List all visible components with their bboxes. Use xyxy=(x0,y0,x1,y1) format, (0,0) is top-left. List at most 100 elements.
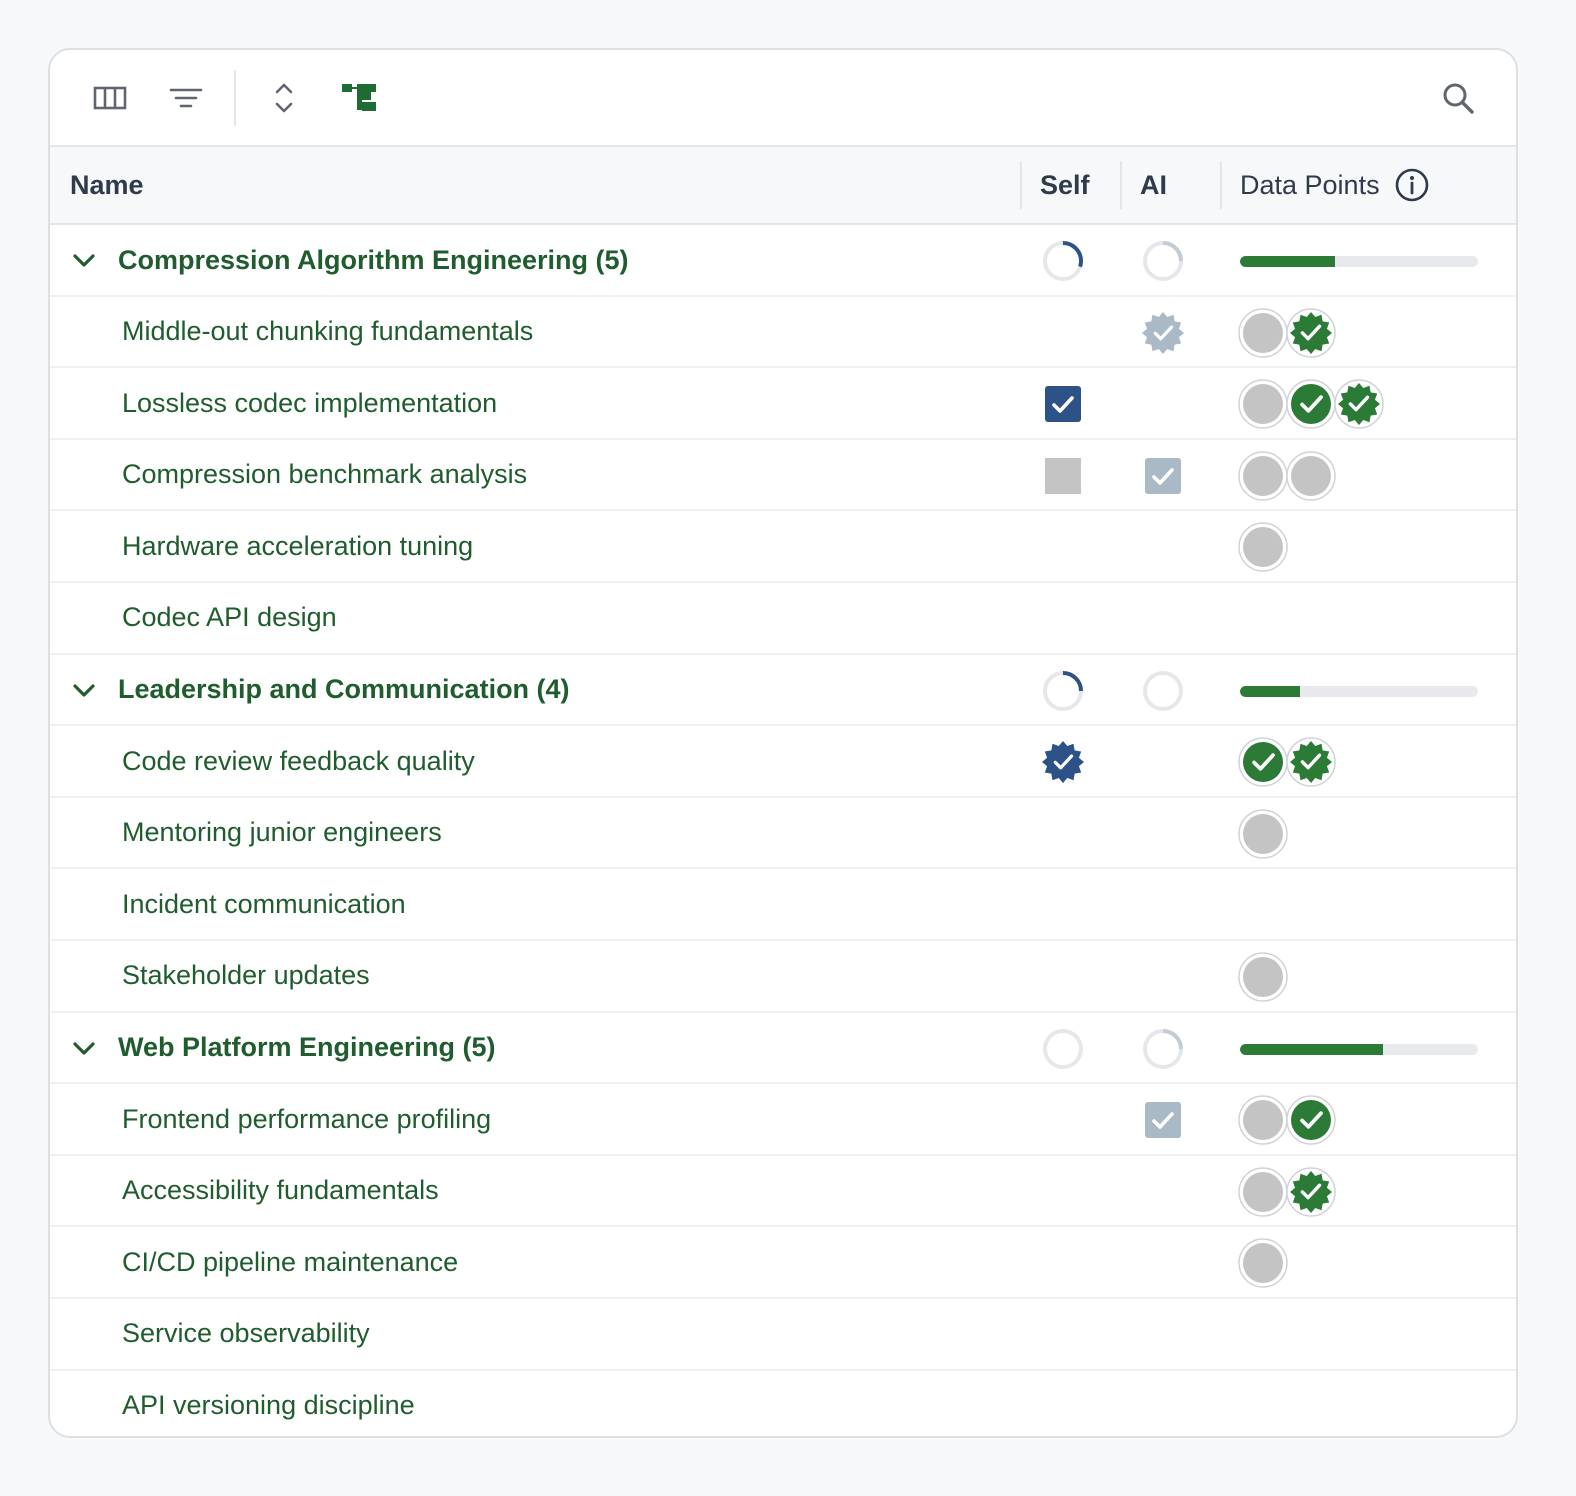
data-point-pending-icon[interactable] xyxy=(1238,1166,1288,1217)
progress-fill xyxy=(1240,685,1300,697)
ai-progress-cell xyxy=(1142,1028,1184,1070)
competency-label[interactable]: Service observability xyxy=(122,1299,370,1369)
self-assessment-cell[interactable] xyxy=(1042,455,1084,497)
columns-icon[interactable] xyxy=(90,78,130,118)
competency-label[interactable]: Frontend performance profiling xyxy=(122,1084,491,1154)
competency-table-card: Name Self AI Data Points Compression Alg… xyxy=(48,48,1518,1438)
self-status-icon xyxy=(1042,741,1084,784)
toolbar-divider xyxy=(234,70,236,126)
competency-row[interactable]: Lossless codec implementation xyxy=(50,368,1516,440)
competency-label[interactable]: Hardware acceleration tuning xyxy=(122,511,473,581)
data-point-pending-icon[interactable] xyxy=(1238,1238,1288,1289)
competency-row[interactable]: API versioning discipline xyxy=(50,1371,1516,1437)
ai-progress-ring xyxy=(1143,241,1183,281)
table-header: Name Self AI Data Points xyxy=(50,147,1516,225)
ai-status-icon xyxy=(1142,311,1184,354)
data-points-label[interactable]: Data Points xyxy=(1240,170,1380,201)
data-points-progress-bar xyxy=(1240,1043,1478,1055)
self-progress-ring xyxy=(1043,1028,1083,1069)
ai-progress-cell xyxy=(1142,240,1184,282)
competency-row[interactable]: Accessibility fundamentals xyxy=(50,1156,1516,1228)
data-point-pending-icon[interactable] xyxy=(1286,451,1336,501)
competency-label[interactable]: Code review feedback quality xyxy=(122,726,475,796)
group-row[interactable]: Leadership and Communication (4) xyxy=(50,655,1516,727)
data-point-verified-icon[interactable] xyxy=(1238,737,1288,787)
competency-row[interactable]: Compression benchmark analysis xyxy=(50,440,1516,512)
expand-collapse-icon[interactable] xyxy=(264,78,304,118)
competency-label[interactable]: Compression benchmark analysis xyxy=(122,440,527,510)
data-point-pending-icon[interactable] xyxy=(1238,522,1288,573)
info-icon[interactable] xyxy=(1394,167,1430,203)
progress-fill xyxy=(1240,256,1336,267)
competency-label[interactable]: CI/CD pipeline maintenance xyxy=(122,1227,458,1297)
competency-label[interactable]: API versioning discipline xyxy=(122,1371,415,1437)
competency-label[interactable]: Stakeholder updates xyxy=(122,941,370,1011)
competency-row[interactable]: Stakeholder updates xyxy=(50,941,1516,1013)
data-points-progress-bar xyxy=(1240,685,1478,697)
data-point-verified-icon[interactable] xyxy=(1334,379,1384,429)
self-progress-cell xyxy=(1042,670,1084,712)
group-row[interactable]: Web Platform Engineering (5) xyxy=(50,1013,1516,1085)
column-header-ai[interactable]: AI xyxy=(1140,147,1167,223)
column-separator xyxy=(1020,161,1022,209)
group-label[interactable]: Compression Algorithm Engineering (5) xyxy=(118,225,629,295)
column-header-self[interactable]: Self xyxy=(1040,147,1090,223)
toolbar xyxy=(50,50,1516,147)
self-progress-cell xyxy=(1042,240,1084,282)
data-point-verified-icon[interactable] xyxy=(1286,1095,1336,1145)
data-point-pending-icon[interactable] xyxy=(1238,809,1288,859)
competency-row[interactable]: Service observability xyxy=(50,1299,1516,1371)
competency-label[interactable]: Incident communication xyxy=(122,869,406,939)
competency-row[interactable]: Codec API design xyxy=(50,583,1516,655)
self-assessment-cell[interactable] xyxy=(1042,383,1084,425)
search-icon[interactable] xyxy=(1438,78,1478,118)
self-status-icon xyxy=(1045,457,1081,494)
data-point-verified-icon[interactable] xyxy=(1286,307,1336,358)
competency-label[interactable]: Mentoring junior engineers xyxy=(122,798,442,868)
self-progress-ring xyxy=(1043,670,1083,711)
competency-row[interactable]: Frontend performance profiling xyxy=(50,1084,1516,1156)
competency-row[interactable]: Middle-out chunking fundamentals xyxy=(50,297,1516,369)
competency-row[interactable]: Hardware acceleration tuning xyxy=(50,511,1516,583)
chevron-down-icon[interactable] xyxy=(70,677,98,705)
column-separator xyxy=(1120,161,1122,209)
competency-row[interactable]: Code review feedback quality xyxy=(50,726,1516,798)
ai-progress-cell xyxy=(1142,670,1184,712)
ai-progress-ring xyxy=(1143,1028,1183,1069)
data-point-pending-icon[interactable] xyxy=(1238,1095,1288,1145)
chevron-down-icon[interactable] xyxy=(70,1035,98,1063)
table-body: Compression Algorithm Engineering (5) Mid… xyxy=(50,225,1516,1437)
competency-label[interactable]: Codec API design xyxy=(122,583,337,653)
data-point-verified-icon[interactable] xyxy=(1286,1166,1336,1217)
competency-row[interactable]: Incident communication xyxy=(50,869,1516,941)
tree-view-icon[interactable] xyxy=(340,78,380,118)
data-point-pending-icon[interactable] xyxy=(1238,379,1288,429)
chevron-down-icon[interactable] xyxy=(70,247,98,275)
data-points-progress-bar xyxy=(1240,256,1478,267)
group-row[interactable]: Compression Algorithm Engineering (5) xyxy=(50,225,1516,297)
competency-label[interactable]: Lossless codec implementation xyxy=(122,368,497,438)
competency-row[interactable]: CI/CD pipeline maintenance xyxy=(50,1227,1516,1299)
data-point-verified-icon[interactable] xyxy=(1286,737,1336,787)
self-assessment-cell[interactable] xyxy=(1042,741,1084,784)
competency-label[interactable]: Middle-out chunking fundamentals xyxy=(122,297,533,367)
column-separator xyxy=(1516,161,1518,209)
column-header-data-points: Data Points xyxy=(1240,147,1430,223)
self-progress-ring xyxy=(1043,241,1083,281)
progress-fill xyxy=(1240,1043,1383,1055)
group-label[interactable]: Leadership and Communication (4) xyxy=(118,655,570,725)
ai-assessment-cell[interactable] xyxy=(1142,311,1184,354)
data-point-pending-icon[interactable] xyxy=(1238,307,1288,358)
ai-assessment-cell[interactable] xyxy=(1142,1099,1184,1141)
ai-status-icon xyxy=(1145,457,1181,494)
data-point-pending-icon[interactable] xyxy=(1238,952,1288,1002)
data-point-verified-icon[interactable] xyxy=(1286,379,1336,429)
competency-row[interactable]: Mentoring junior engineers xyxy=(50,798,1516,870)
group-label[interactable]: Web Platform Engineering (5) xyxy=(118,1013,496,1083)
column-header-name[interactable]: Name xyxy=(70,147,144,223)
filter-icon[interactable] xyxy=(166,78,206,118)
self-status-icon xyxy=(1045,386,1081,423)
competency-label[interactable]: Accessibility fundamentals xyxy=(122,1156,439,1226)
ai-assessment-cell[interactable] xyxy=(1142,455,1184,497)
data-point-pending-icon[interactable] xyxy=(1238,451,1288,501)
